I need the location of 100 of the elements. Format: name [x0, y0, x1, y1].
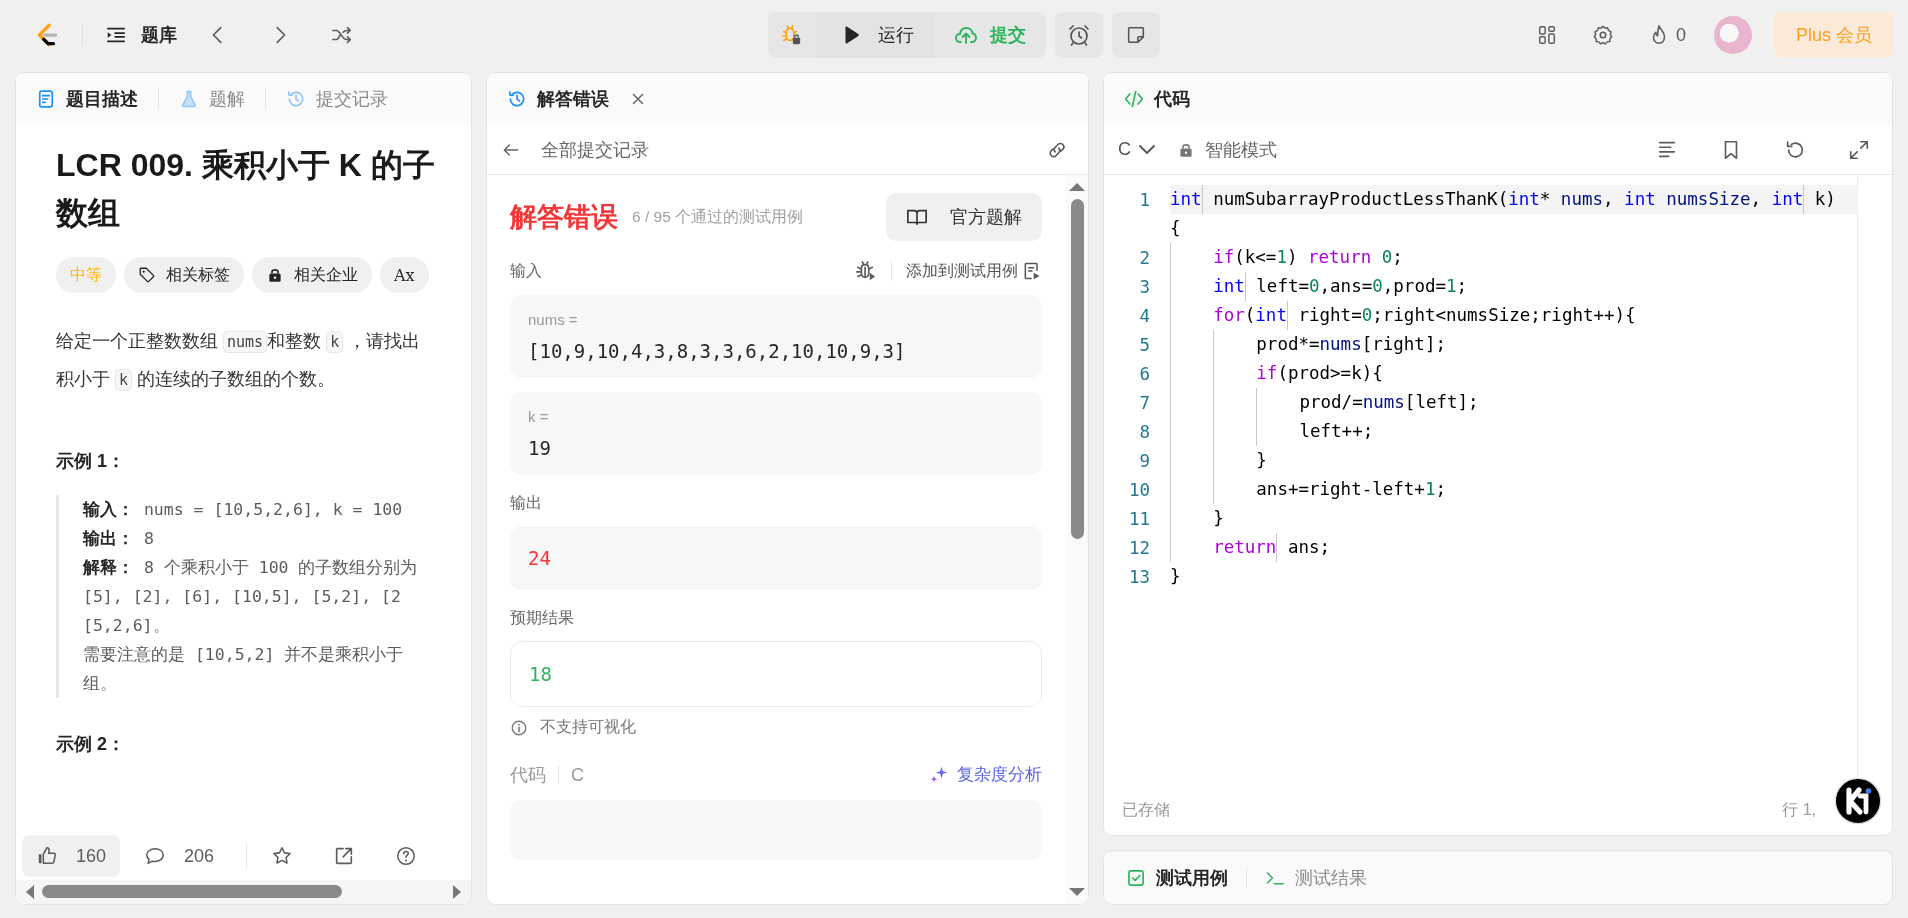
panel-tab[interactable]: 解答错误 [503, 87, 613, 111]
comments-button[interactable]: 206 [130, 835, 229, 877]
tag-icon [138, 266, 156, 284]
line-number: 1 [1138, 189, 1151, 210]
line-number: 2 [1138, 247, 1151, 268]
code-language: C [571, 764, 584, 786]
timer-button[interactable] [1055, 12, 1103, 58]
result-value: 18 [529, 663, 553, 685]
thumbs-up-icon [36, 845, 58, 867]
notes-button[interactable] [1112, 12, 1160, 58]
line-number: 4 [1138, 305, 1151, 326]
section-label: 预期结果 [510, 608, 575, 628]
difficulty-badge: 中等 [56, 257, 116, 293]
history-icon [286, 89, 306, 109]
assistant-icon [1834, 777, 1882, 825]
example-text: 输入： nums = [10,5,2,6], k = 100 [83, 499, 404, 521]
line-number: 12 [1127, 537, 1151, 558]
mode-button[interactable]: 智能模式 [1177, 137, 1277, 162]
code-label: 代码 [510, 764, 546, 787]
panel-tab[interactable]: 测试用例 [1122, 865, 1232, 890]
problem-title: LCR 009. 乘积小于 K 的子数组 [56, 146, 436, 233]
visualize-note: 不支持可视化 [540, 717, 636, 737]
section-label: 输出 [510, 493, 543, 513]
bug-icon [780, 24, 802, 46]
line-number: 11 [1127, 508, 1151, 529]
example-text: [5,2,6]。 [83, 615, 171, 637]
lock-icon [266, 266, 284, 284]
help-icon [395, 845, 418, 867]
panel-tab[interactable]: 题目描述 [32, 87, 142, 111]
scroll-up-arrow[interactable] [1069, 183, 1085, 191]
complexity-button[interactable]: 复杂度分析 [929, 764, 1042, 786]
cursor-position: 行 1, [1782, 799, 1816, 820]
variable-value: [10,9,10,4,3,8,3,3,6,2,10,10,9,3] [528, 340, 907, 362]
code-line: prod/=nums[left]; [1170, 388, 1857, 417]
example-text: 组。 [83, 673, 118, 695]
add-case-icon [1022, 261, 1042, 281]
document-icon [36, 89, 56, 109]
problem-list-button[interactable]: 题库 [105, 23, 177, 47]
line-number: 8 [1138, 421, 1151, 442]
example-text: [5], [2], [6], [10,5], [5,2], [2 [83, 586, 402, 608]
alarm-clock-icon [1067, 23, 1091, 47]
line-number: 6 [1138, 363, 1151, 384]
like-button[interactable]: 160 [22, 835, 121, 877]
info-icon [510, 718, 528, 737]
result-value: 24 [528, 547, 552, 569]
bug-icon [855, 260, 877, 282]
note-icon [1125, 24, 1147, 46]
chevron-down-icon [1139, 145, 1155, 154]
code-line: if(k<=1) return 0; [1170, 243, 1857, 272]
settings-icon [1591, 24, 1614, 46]
language-dropdown[interactable]: C [1118, 139, 1155, 160]
scrollbar-thumb[interactable] [1070, 199, 1084, 539]
code-line: return ans; [1170, 533, 1857, 562]
code-line: } [1170, 565, 1182, 588]
scroll-right-arrow[interactable] [453, 885, 461, 899]
save-status: 已存储 [1122, 799, 1170, 820]
companies-button[interactable]: 相关企业 [252, 257, 372, 293]
variable-value: 19 [528, 437, 552, 459]
variable-name: k = [528, 408, 550, 425]
panel-title: 代码 [1120, 87, 1194, 111]
line-number: 3 [1138, 276, 1151, 297]
variable-name: nums = [528, 311, 579, 328]
description-text: 给定一个正整数数组 nums 和整数 k ，请找出 [56, 330, 422, 355]
example-heading: 示例 2： [56, 733, 126, 756]
font-size-button[interactable]: Ax [380, 257, 429, 293]
scroll-left-arrow[interactable] [26, 885, 34, 899]
code-line: { [1170, 217, 1182, 240]
code-line: for(int right=0;right<numsSize;right++){ [1170, 301, 1857, 330]
back-link[interactable]: 全部提交记录 [501, 137, 649, 162]
example-text: 解释： 8 个乘积小于 100 的子数组分别为 [83, 557, 419, 579]
example-heading: 示例 1： [56, 450, 126, 473]
solution-button[interactable]: 官方题解 [886, 193, 1042, 241]
code-line: left++; [1170, 417, 1857, 446]
checkbox-icon [1126, 867, 1146, 888]
section-label: 输入 [510, 260, 542, 281]
line-number: 13 [1127, 566, 1151, 587]
result-status: 解答错误 [510, 201, 618, 234]
line-number: 9 [1138, 450, 1151, 471]
code-line: ans+=right-left+1; [1170, 475, 1857, 504]
add-test-case-button[interactable]: 添加到测试用例 [906, 260, 1042, 282]
scroll-down-arrow[interactable] [1069, 888, 1085, 896]
streak-button[interactable]: 0 [1641, 18, 1692, 52]
comment-icon [144, 845, 167, 867]
code-line: prod*=nums[right]; [1170, 330, 1857, 359]
example-text: 输出： 8 [83, 528, 155, 550]
star-icon [271, 845, 294, 867]
scrollbar-thumb[interactable] [42, 885, 342, 898]
line-number: 7 [1138, 392, 1151, 413]
code-line: if(prod>=k){ [1170, 359, 1857, 388]
code-line: } [1170, 446, 1857, 475]
flask-icon [179, 89, 199, 109]
undo-icon [1784, 138, 1806, 161]
passed-count: 6 / 95 个通过的测试用例 [632, 206, 804, 227]
topics-button[interactable]: 相关标签 [124, 257, 244, 293]
description-text: 积小于 k 的连续的子数组的个数。 [56, 368, 337, 393]
code-icon [1124, 89, 1144, 109]
expand-icon [1848, 138, 1870, 161]
line-number: 5 [1138, 334, 1151, 355]
code-line: } [1170, 504, 1857, 533]
code-line: int left=0,ans=0,prod=1; [1170, 272, 1857, 301]
